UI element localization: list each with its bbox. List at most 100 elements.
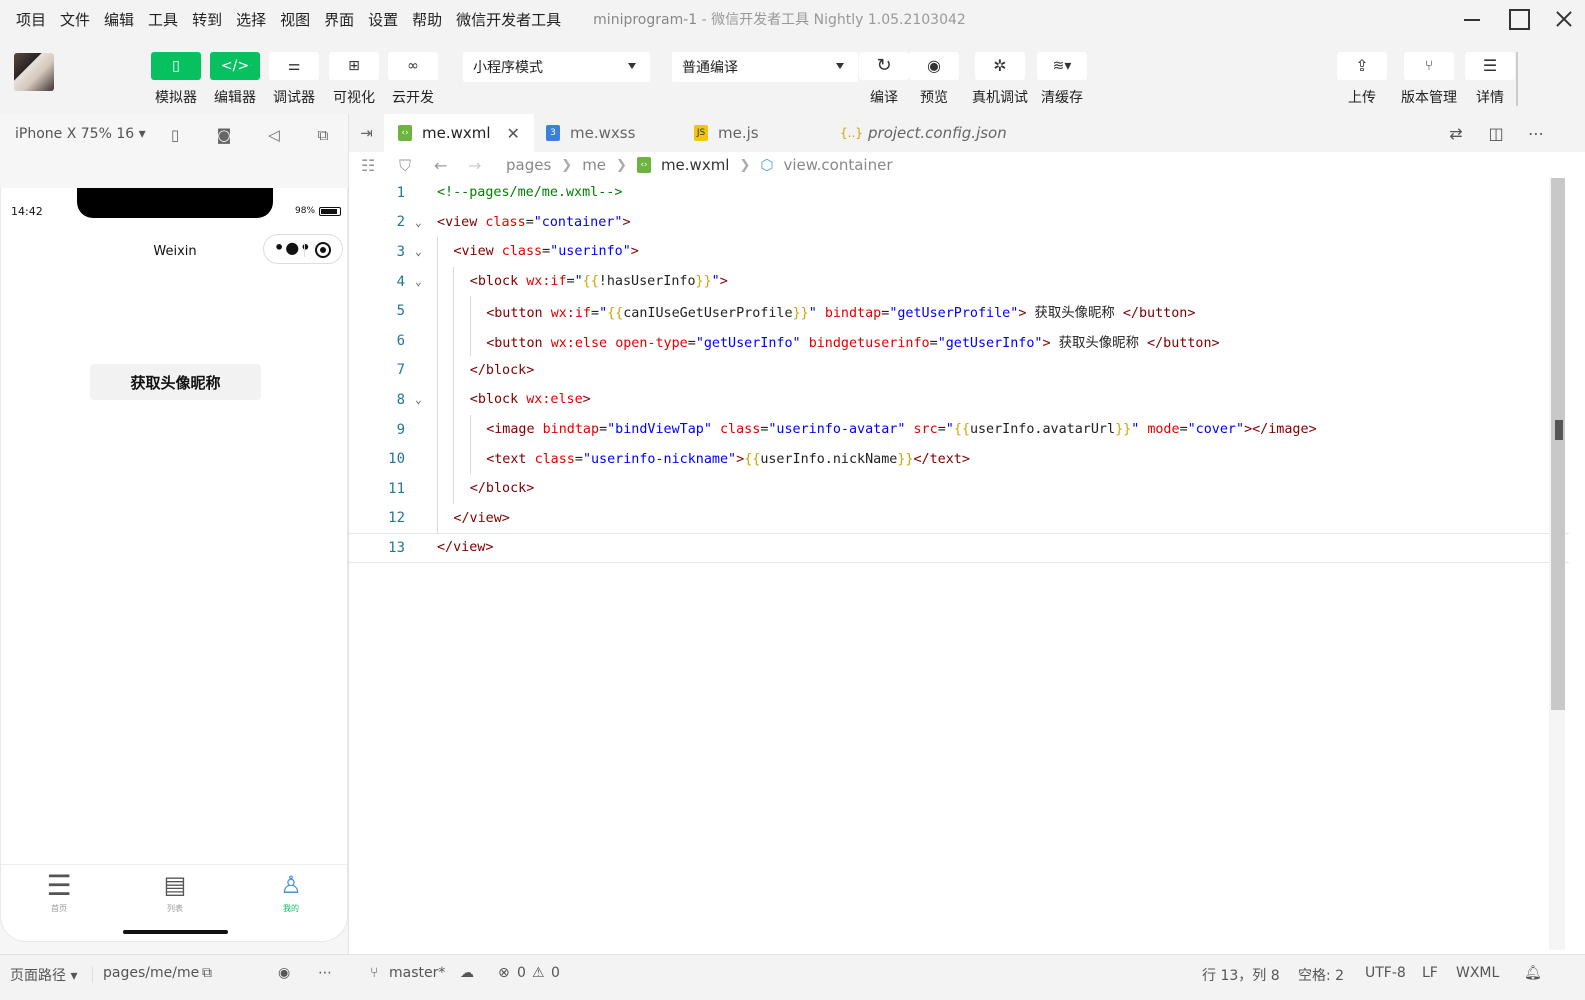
code-token: >	[1187, 306, 1196, 322]
tab-me[interactable]: ♙ 我的	[251, 869, 331, 914]
code-token: mode	[1147, 422, 1180, 438]
scrollbar-thumb[interactable]	[1551, 178, 1565, 710]
device-select[interactable]: iPhone X 75% 16 ▾	[15, 126, 146, 142]
outline-icon[interactable]: ☷	[361, 156, 375, 175]
close-mini-program-icon[interactable]	[315, 242, 331, 258]
language-mode[interactable]: WXML	[1456, 965, 1499, 981]
code-line[interactable]: 8 ⌄ <block wx:else>	[349, 385, 1569, 415]
code-line[interactable]: 7 </block>	[349, 355, 1569, 386]
more-dots-icon[interactable]: •●•	[274, 240, 311, 256]
code-line[interactable]: 11 </block>	[349, 474, 1569, 504]
tab-home[interactable]: ☰ 首页	[19, 869, 99, 914]
breadcrumb-item[interactable]: view.container	[784, 156, 893, 174]
breadcrumb-item[interactable]: me.wxml	[661, 156, 730, 174]
code-token: "userinfo"	[550, 244, 631, 260]
forward-arrow-icon[interactable]: →	[468, 156, 481, 175]
minimize-icon[interactable]	[1458, 6, 1488, 32]
tab-list[interactable]: ▤ 列表	[135, 869, 215, 914]
bell-icon[interactable]: 🔔︎	[1524, 965, 1542, 981]
tab-me-wxml[interactable]: ‹› me.wxml ✕	[384, 114, 534, 152]
clear-cache-button[interactable]: ≋▾ 清缓存	[1037, 52, 1087, 107]
cloud-button[interactable]: ∞ 云开发	[388, 52, 438, 107]
code-line[interactable]: 2 ⌄ <view class="container">	[349, 208, 1569, 238]
stop-icon[interactable]: ◙	[214, 126, 234, 144]
eye-icon[interactable]: ◉	[278, 965, 290, 981]
fold-chevron-icon[interactable]: ⌄	[415, 245, 422, 258]
menu-wechat-devtools[interactable]: 微信开发者工具	[450, 9, 567, 30]
menu-help[interactable]: 帮助	[406, 9, 448, 30]
tab-project-config[interactable]: {..} project.config.json	[830, 114, 1026, 152]
code-text: </block>	[470, 363, 535, 378]
menu-file[interactable]: 文件	[54, 9, 96, 30]
editor-button[interactable]: </> 编辑器	[210, 52, 260, 107]
close-icon[interactable]	[1550, 6, 1580, 32]
indent-spaces[interactable]: 空格: 2	[1298, 965, 1344, 985]
menu-edit[interactable]: 编辑	[98, 9, 140, 30]
code-line[interactable]: 4 ⌄ <block wx:if="{{!hasUserInfo}}">	[349, 266, 1569, 297]
code-line[interactable]: 10 <text class="userinfo-nickname">{{user…	[349, 444, 1569, 474]
page-path-select[interactable]: 页面路径 ▾	[10, 965, 77, 985]
volume-icon[interactable]: ◁	[264, 126, 284, 144]
mode-select[interactable]: 小程序模式	[463, 52, 650, 82]
menu-project[interactable]: 项目	[10, 9, 52, 30]
menu-view[interactable]: 视图	[274, 9, 316, 30]
upload-button[interactable]: ⇪ 上传	[1337, 52, 1387, 107]
menu-settings[interactable]: 设置	[362, 9, 404, 30]
compare-icon[interactable]: ⇄	[1446, 124, 1466, 143]
fold-chevron-icon[interactable]: ⌄	[415, 216, 422, 229]
remote-debug-button[interactable]: ✲ 真机调试	[972, 52, 1028, 107]
close-icon[interactable]: ✕	[507, 124, 520, 143]
breadcrumb-item[interactable]: me	[582, 156, 606, 174]
breadcrumb-item[interactable]: pages	[506, 156, 551, 174]
version-button[interactable]: ⑂ 版本管理	[1401, 52, 1457, 107]
phone-icon[interactable]: ▯	[165, 126, 185, 144]
file-encoding[interactable]: UTF-8	[1365, 965, 1406, 981]
code-line[interactable]: 13 </view>	[349, 533, 1569, 563]
code-token: >	[719, 274, 728, 290]
line-ending[interactable]: LF	[1422, 965, 1438, 981]
fold-chevron-icon[interactable]: ⌄	[415, 393, 422, 406]
code-line[interactable]: 1 <!--pages/me/me.wxml-->	[349, 178, 1569, 208]
compile-button[interactable]: ↻ 编译	[859, 52, 909, 107]
fold-chevron-icon[interactable]: ⌄	[415, 275, 422, 288]
warning-count[interactable]: 0	[551, 965, 560, 981]
battery-percent: 98%	[295, 206, 316, 216]
menu-goto[interactable]: 转到	[186, 9, 228, 30]
code-line[interactable]: 5 <button wx:if="{{canIUseGetUserProfile}…	[349, 296, 1569, 326]
details-button[interactable]: ☰ 详情	[1465, 52, 1515, 107]
bookmark-icon[interactable]: ⛉	[399, 156, 411, 176]
copy-icon[interactable]: ⧉	[202, 965, 212, 981]
more-icon[interactable]: ⋯	[318, 965, 332, 981]
back-arrow-icon[interactable]: ←	[434, 156, 447, 175]
tab-me-wxss[interactable]: 3 me.wxss	[534, 114, 682, 152]
menu-interface[interactable]: 界面	[318, 9, 360, 30]
maximize-icon[interactable]	[1505, 6, 1535, 32]
code-line[interactable]: 12 </view>	[349, 503, 1569, 534]
cloud-label: 云开发	[392, 90, 434, 106]
more-actions-icon[interactable]: ⋯	[1526, 124, 1546, 143]
compile-mode-select[interactable]: 普通编译	[672, 52, 858, 82]
split-editor-icon[interactable]: ◫	[1486, 124, 1506, 143]
preview-button[interactable]: ◉ 预览	[909, 52, 959, 107]
avatar[interactable]	[14, 53, 54, 91]
code-line[interactable]: 3 ⌄ <view class="userinfo">	[349, 237, 1569, 267]
get-user-profile-button[interactable]: 获取头像昵称	[90, 364, 261, 400]
simulator-button[interactable]: ▯ 模拟器	[151, 52, 201, 107]
code-line[interactable]: 9 <image bindtap="bindViewTap" class="use…	[349, 414, 1569, 445]
status-bar: 页面路径 ▾ pages/me/me ⧉ ◉ ⋯ ⑂ master* ☁ ⊗ 0…	[0, 954, 1585, 1000]
error-count[interactable]: 0	[517, 965, 526, 981]
capsule-menu[interactable]: •●•	[263, 234, 343, 264]
popout-icon[interactable]: ⧉	[313, 126, 333, 144]
code-line[interactable]: 6 <button wx:else open-type="getUserInfo"…	[349, 326, 1569, 356]
git-branch[interactable]: master*	[389, 965, 445, 981]
tab-me-js[interactable]: JS me.js	[682, 114, 830, 152]
code-area[interactable]: 1 <!--pages/me/me.wxml--> 2 ⌄ <view class="c…	[349, 178, 1569, 598]
menu-select[interactable]: 选择	[230, 9, 272, 30]
sync-icon[interactable]: ☁	[460, 965, 474, 981]
visual-button[interactable]: ⊞ 可视化	[329, 52, 379, 107]
menu-tools[interactable]: 工具	[142, 9, 184, 30]
debugger-button[interactable]: ⚌ 调试器	[269, 52, 319, 107]
cursor-position[interactable]: 行 13，列 8	[1202, 965, 1280, 985]
collapse-sidebar-icon[interactable]: ⇥	[349, 114, 384, 152]
